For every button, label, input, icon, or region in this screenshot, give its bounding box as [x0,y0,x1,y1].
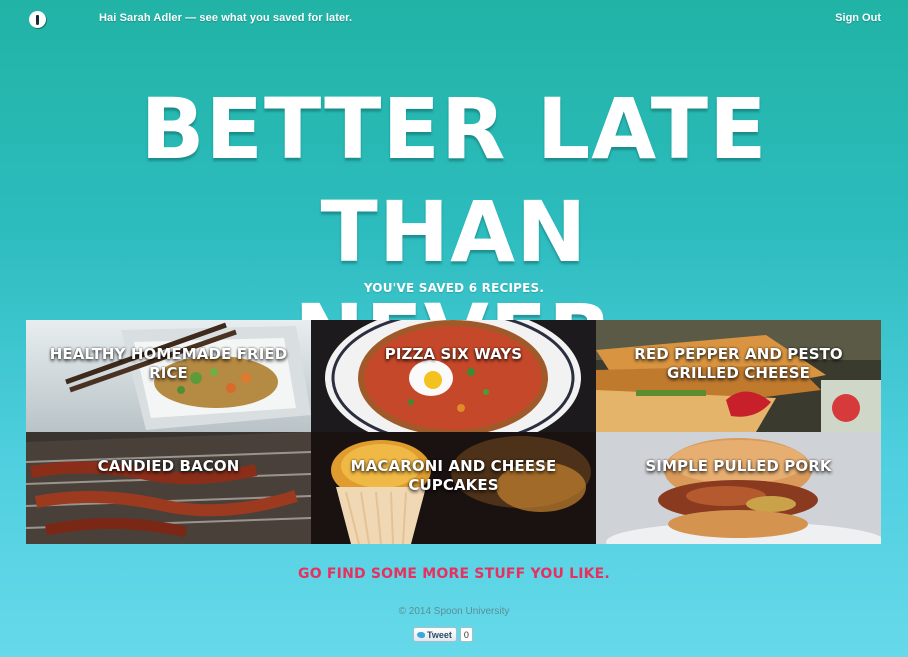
tweet-label: Tweet [427,629,452,640]
recipe-tile-grilled-cheese[interactable]: RED PEPPER AND PESTO GRILLED CHEESE [596,320,881,432]
recipe-title: RED PEPPER AND PESTO GRILLED CHEESE [634,345,843,382]
recipe-title: SIMPLE PULLED PORK [645,457,832,475]
top-bar: Hai Sarah Adler — see what you saved for… [0,0,908,40]
recipe-tile-mac-cheese-cupcakes[interactable]: MACARONI AND CHEESE CUPCAKES [311,432,596,544]
sign-out-link[interactable]: Sign Out [835,12,881,24]
tweet-count: 0 [459,627,473,642]
saved-count-text: YOU'VE SAVED 6 RECIPES. [363,281,545,295]
copyright-text: © 2014 Spoon University [398,606,510,617]
twitter-bird-icon [417,631,425,638]
recipe-tile-pulled-pork[interactable]: SIMPLE PULLED PORK [596,432,881,544]
page-title-line-1: BETTER LATE THAN [140,80,768,281]
find-more-link[interactable]: GO FIND SOME MORE STUFF YOU LIKE. [0,566,908,582]
greeting-text: Hai Sarah Adler — see what you saved for… [99,12,353,24]
recipe-title: CANDIED BACON [97,457,240,475]
spoon-logo-icon[interactable] [29,11,46,28]
recipe-photo-pizza [311,320,596,432]
recipe-photo-candied-bacon [26,432,311,544]
tweet-widget: Tweet 0 [413,627,473,642]
recipe-tile-candied-bacon[interactable]: CANDIED BACON [26,432,311,544]
recipe-tile-fried-rice[interactable]: HEALTHY HOMEMADE FRIED RICE [26,320,311,432]
recipe-title: PIZZA SIX WAYS [384,345,523,363]
saved-recipes-grid: HEALTHY HOMEMADE FRIED RICE PIZZA SIX WA… [26,320,881,544]
recipe-title: HEALTHY HOMEMADE FRIED RICE [49,345,288,382]
recipe-photo-pulled-pork [596,432,881,544]
recipe-tile-pizza[interactable]: PIZZA SIX WAYS [311,320,596,432]
recipe-title: MACARONI AND CHEESE CUPCAKES [350,457,557,494]
tweet-button[interactable]: Tweet [413,627,457,642]
